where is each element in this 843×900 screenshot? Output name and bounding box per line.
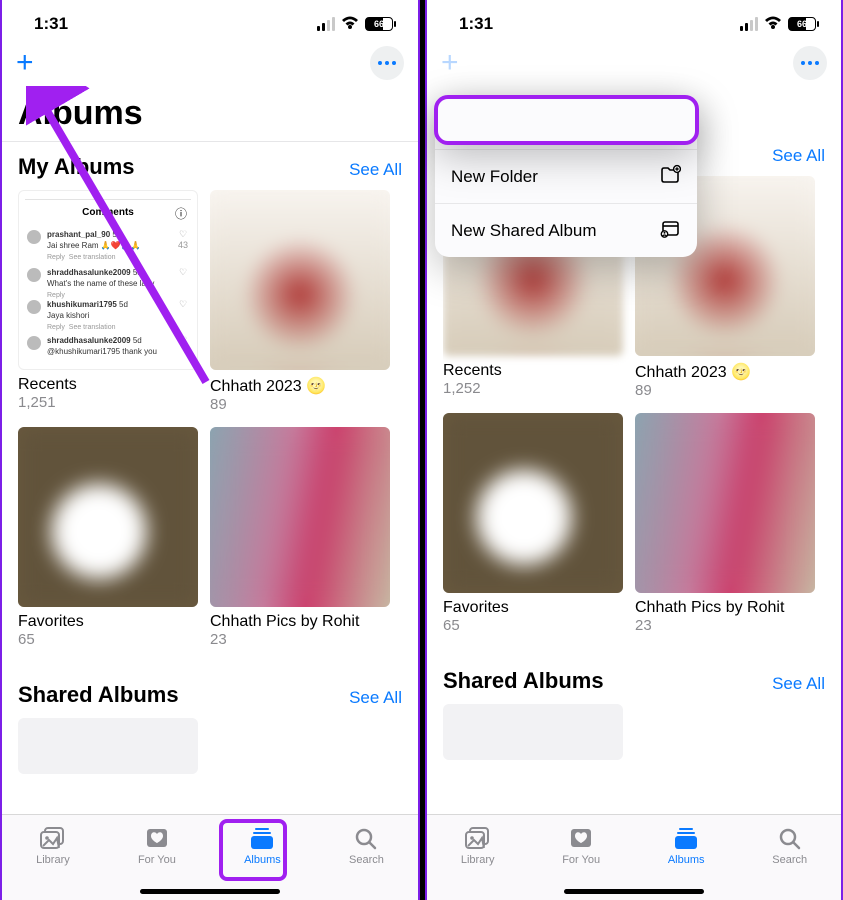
battery-icon: 66 — [365, 17, 396, 31]
tab-albums[interactable]: Albums — [244, 825, 281, 866]
page-title: Albums — [0, 82, 420, 141]
albums-icon — [247, 825, 277, 851]
tab-bar: Library For You Albums Search — [2, 814, 418, 900]
wifi-icon — [341, 16, 359, 33]
menu-new-album[interactable]: New Album — [435, 96, 697, 150]
album-name: Chhath Pics by Rohit — [635, 599, 815, 617]
status-bar: 1:31 66 — [425, 0, 843, 40]
albums-icon — [671, 825, 701, 851]
shared-album-icon — [659, 217, 681, 244]
library-icon — [38, 825, 68, 851]
status-time: 1:31 — [34, 14, 68, 34]
library-icon — [463, 825, 493, 851]
add-button[interactable]: + — [441, 49, 459, 77]
section-heading-my: My Albums — [18, 154, 135, 180]
album-count: 89 — [210, 396, 390, 413]
album-name: Chhath 2023 🌝 — [635, 362, 815, 382]
see-all-my[interactable]: See All — [349, 160, 402, 180]
album-count: 89 — [635, 382, 815, 399]
album-name: Recents — [443, 362, 623, 380]
album-thumb-recents[interactable]: Comments ⓘ prashant_pal_90 5dJai shree R… — [18, 190, 198, 370]
tab-search[interactable]: Search — [772, 825, 807, 866]
album-name: Chhath 2023 🌝 — [210, 376, 390, 396]
status-time: 1:31 — [459, 14, 493, 34]
album-thumb[interactable] — [210, 427, 390, 607]
phone-left: 1:31 66 + Albums My Albums See All — [0, 0, 420, 900]
album-count: 65 — [18, 631, 198, 648]
add-button[interactable]: + — [16, 49, 34, 77]
album-count: 65 — [443, 617, 623, 634]
album-thumb-favorites[interactable] — [443, 413, 623, 593]
search-icon — [351, 825, 381, 851]
tab-library[interactable]: Library — [36, 825, 70, 866]
tab-foryou[interactable]: For You — [138, 825, 176, 866]
tab-albums[interactable]: Albums — [668, 825, 705, 866]
foryou-icon — [566, 825, 596, 851]
section-heading-shared: Shared Albums — [443, 668, 604, 694]
menu-new-folder[interactable]: New Folder — [435, 150, 697, 204]
album-name: Chhath Pics by Rohit — [210, 613, 390, 631]
tab-bar: Library For You Albums Search — [427, 814, 841, 900]
search-icon — [775, 825, 805, 851]
shared-album-thumb[interactable] — [18, 718, 198, 774]
album-count: 23 — [210, 631, 390, 648]
more-button[interactable] — [370, 46, 404, 80]
album-count: 1,252 — [443, 380, 623, 397]
wifi-icon — [764, 16, 782, 33]
battery-icon: 66 — [788, 17, 819, 31]
menu-new-shared-album[interactable]: New Shared Album — [435, 204, 697, 257]
see-all-shared[interactable]: See All — [772, 674, 825, 694]
home-indicator[interactable] — [140, 889, 280, 894]
album-name: Favorites — [443, 599, 623, 617]
foryou-icon — [142, 825, 172, 851]
shared-album-thumb[interactable] — [443, 704, 623, 760]
album-thumb[interactable] — [635, 413, 815, 593]
album-row[interactable]: Favorites 65 Chhath Pics by Rohit 23 W — [18, 427, 402, 648]
album-row[interactable]: Favorites 65 Chhath Pics by Rohit 23 W — [443, 413, 825, 634]
album-count: 23 — [635, 617, 815, 634]
tab-search[interactable]: Search — [349, 825, 384, 866]
album-thumb-favorites[interactable] — [18, 427, 198, 607]
tab-library[interactable]: Library — [461, 825, 495, 866]
section-heading-shared: Shared Albums — [18, 682, 179, 708]
album-name: Favorites — [18, 613, 198, 631]
folder-add-icon — [659, 163, 681, 190]
add-menu: New Album New Folder New Shared Album — [435, 96, 697, 257]
album-row[interactable]: Comments ⓘ prashant_pal_90 5dJai shree R… — [18, 190, 402, 413]
tab-foryou[interactable]: For You — [562, 825, 600, 866]
status-bar: 1:31 66 — [0, 0, 420, 40]
album-add-icon — [659, 109, 681, 136]
see-all-shared[interactable]: See All — [349, 688, 402, 708]
more-button[interactable] — [793, 46, 827, 80]
cellular-icon — [740, 17, 758, 31]
see-all-my[interactable]: See All — [772, 146, 825, 166]
cellular-icon — [317, 17, 335, 31]
album-name: Recents — [18, 376, 198, 394]
album-count: 1,251 — [18, 394, 198, 411]
home-indicator[interactable] — [564, 889, 704, 894]
phone-right: 1:31 66 + See All Recents 1,252 — [425, 0, 843, 900]
album-thumb[interactable] — [210, 190, 390, 370]
